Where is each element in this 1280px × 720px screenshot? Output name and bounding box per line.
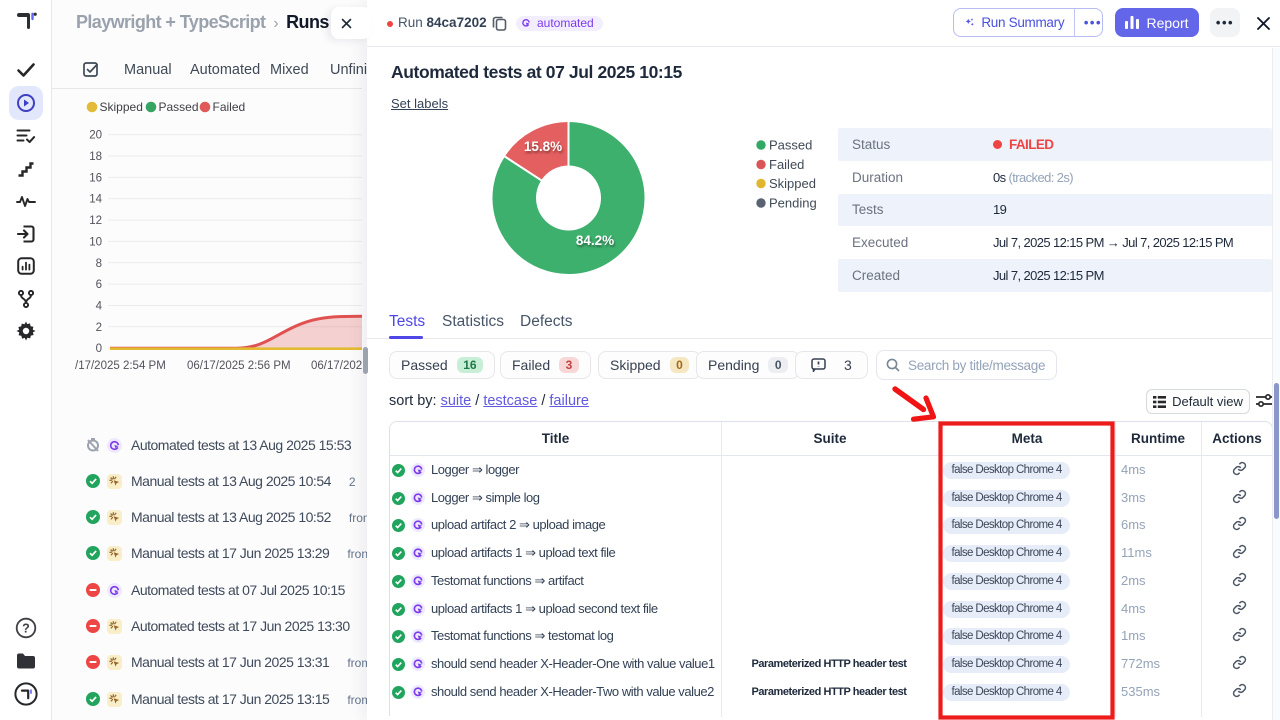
- svg-text:?: ?: [22, 622, 30, 636]
- svg-text:Skipped: Skipped: [100, 100, 143, 114]
- svg-text:15.8%: 15.8%: [524, 139, 562, 154]
- svg-text:16: 16: [89, 172, 102, 184]
- svg-text:/17/2025 2:54 PM: /17/2025 2:54 PM: [75, 360, 166, 372]
- svg-text:Failed: Failed: [769, 157, 804, 172]
- svg-text:10: 10: [89, 236, 102, 248]
- svg-text:06/17/2025 2:56 PM: 06/17/2025 2:56 PM: [187, 360, 291, 372]
- svg-text:8: 8: [96, 258, 102, 270]
- svg-text:2: 2: [96, 322, 102, 334]
- svg-text:Failed: Failed: [213, 100, 246, 114]
- svg-text:Passed: Passed: [769, 138, 812, 153]
- svg-text:06/17/2025: 06/17/2025: [311, 360, 362, 372]
- svg-text:20: 20: [89, 130, 102, 142]
- svg-text:6: 6: [96, 279, 102, 291]
- svg-text:Skipped: Skipped: [769, 176, 816, 191]
- svg-text:Passed: Passed: [159, 100, 199, 114]
- svg-text:Pending: Pending: [769, 196, 817, 211]
- svg-text:18: 18: [89, 151, 102, 163]
- svg-text:12: 12: [89, 215, 102, 227]
- svg-text:4: 4: [96, 301, 103, 313]
- svg-text:84.2%: 84.2%: [576, 233, 614, 248]
- svg-text:0: 0: [96, 343, 102, 355]
- svg-text:14: 14: [89, 194, 102, 206]
